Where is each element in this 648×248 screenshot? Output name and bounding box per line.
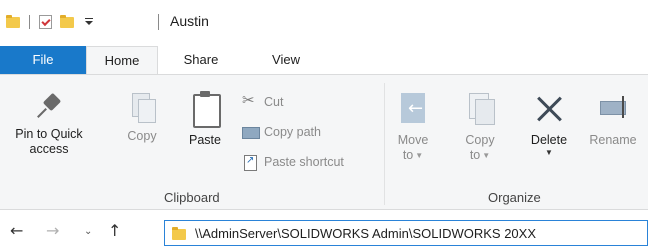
paste-label: Paste: [189, 133, 221, 147]
delete-label: Delete: [530, 133, 568, 147]
move-to-icon: [398, 91, 428, 127]
chevron-down-icon: ▼: [482, 151, 491, 161]
ribbon: Pin to Quick access Copy Paste Cut Copy …: [0, 74, 648, 210]
pin-label-line2: access: [29, 142, 69, 156]
navigation-bar: ← → ⌄ ↑ \\AdminServer\SOLIDWORKS Admin\S…: [0, 214, 648, 248]
rename-button[interactable]: Rename: [584, 91, 642, 148]
back-arrow-icon[interactable]: ←: [10, 221, 23, 240]
copy-to-button[interactable]: Copy to ▼: [460, 91, 500, 163]
up-arrow-icon[interactable]: ↑: [108, 221, 121, 240]
new-folder-icon[interactable]: [60, 15, 74, 29]
customize-quick-access-icon[interactable]: [84, 16, 94, 28]
title-bar: Austin: [0, 0, 648, 42]
clipboard-icon: [190, 91, 221, 128]
chevron-down-icon[interactable]: ▼: [524, 148, 574, 158]
move-to-button[interactable]: Move to▼: [394, 91, 432, 163]
paste-shortcut-label: Paste shortcut: [264, 155, 344, 169]
cut-label: Cut: [264, 95, 284, 109]
address-input[interactable]: \\AdminServer\SOLIDWORKS Admin\SOLIDWORK…: [164, 220, 648, 246]
window-title: Austin: [170, 13, 209, 29]
forward-arrow-icon[interactable]: →: [46, 221, 59, 240]
paste-shortcut-button[interactable]: Paste shortcut: [242, 151, 344, 173]
tab-share[interactable]: Share: [175, 46, 227, 74]
copy-to-icon: [465, 91, 495, 127]
tab-view[interactable]: View: [260, 46, 312, 74]
delete-button[interactable]: Delete ▼: [524, 91, 574, 158]
properties-icon[interactable]: [39, 15, 52, 29]
clipboard-group-label: Clipboard: [164, 190, 220, 205]
move-to-label-line1: Move: [397, 133, 429, 147]
paste-shortcut-icon: [242, 154, 258, 171]
divider: [29, 15, 30, 29]
move-to-label-line2: to: [402, 148, 414, 162]
cut-button[interactable]: Cut: [242, 91, 283, 113]
quick-access-toolbar: [6, 12, 94, 32]
copy-to-label-line1: Copy: [465, 133, 495, 147]
rename-icon: [598, 91, 628, 127]
copy-button[interactable]: Copy: [120, 91, 164, 144]
copy-path-icon: [242, 124, 260, 140]
group-divider: [384, 83, 385, 205]
ribbon-tabs: File Home Share View: [0, 46, 648, 75]
folder-icon: [172, 227, 186, 240]
folder-icon[interactable]: [6, 15, 20, 29]
copy-path-button[interactable]: Copy path: [242, 121, 321, 143]
delete-x-icon: [534, 91, 564, 127]
tab-file[interactable]: File: [0, 46, 86, 74]
paste-button[interactable]: Paste: [180, 91, 230, 148]
address-path: \\AdminServer\SOLIDWORKS Admin\SOLIDWORK…: [195, 226, 536, 241]
rename-label: Rename: [589, 133, 637, 147]
organize-group-label: Organize: [488, 190, 541, 205]
recent-locations-chevron-icon[interactable]: ⌄: [84, 226, 92, 237]
copy-to-label-line2: to: [469, 148, 481, 162]
copy-path-label: Copy path: [264, 125, 321, 139]
copy-label: Copy: [127, 129, 157, 143]
pin-label-line1: Pin to Quick: [15, 127, 83, 141]
pin-icon: [36, 91, 62, 121]
pin-to-quick-access-button[interactable]: Pin to Quick access: [4, 91, 94, 157]
chevron-down-icon: ▼: [415, 151, 424, 161]
scissors-icon: [242, 91, 258, 110]
divider: [158, 14, 159, 30]
copy-icon: [129, 91, 156, 123]
tab-home[interactable]: Home: [86, 46, 158, 75]
